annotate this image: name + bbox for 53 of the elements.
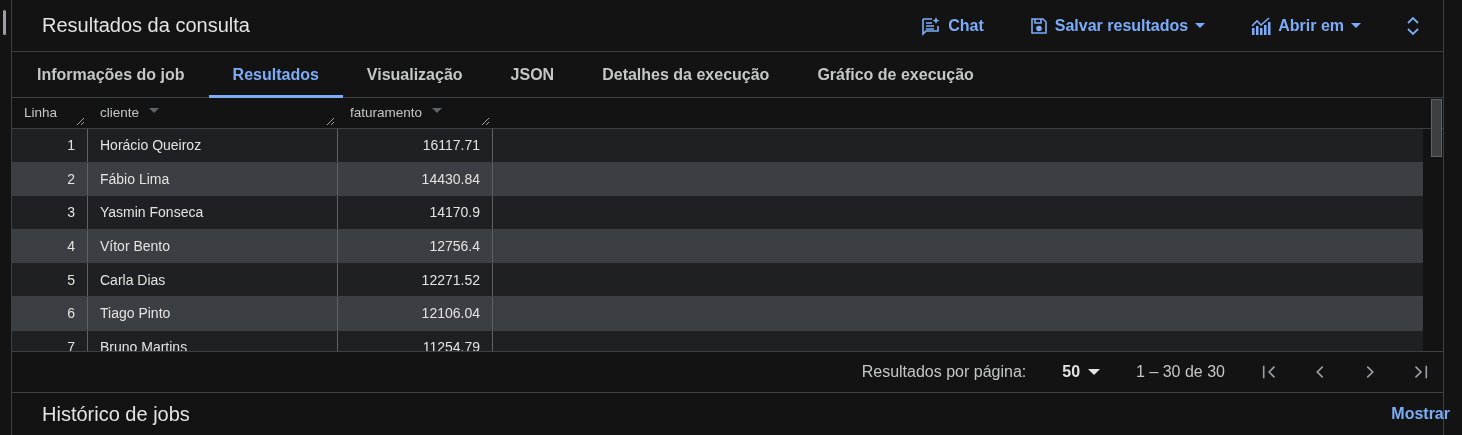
chevrons-icon: [1407, 15, 1419, 36]
table-cell: 16117.71: [338, 129, 493, 162]
expand-collapse-button[interactable]: [1407, 15, 1419, 36]
column-header: faturamento: [350, 104, 423, 120]
action-button[interactable]: Salvar resultados: [1029, 16, 1206, 35]
table-cell: Vítor Bento: [88, 229, 338, 263]
resize-handle-icon[interactable]: [326, 117, 335, 126]
table-cell: Horácio Queiroz: [88, 129, 338, 162]
show-link[interactable]: Mostrar: [1391, 405, 1450, 423]
tab[interactable]: Visualização: [342, 52, 487, 98]
tab[interactable]: Gráfico de execução: [793, 52, 998, 98]
caret-icon: [1088, 369, 1101, 375]
resize-handle-icon[interactable]: [76, 117, 85, 126]
chat-icon: [921, 15, 942, 36]
table-cell: Bruno Martins: [88, 330, 338, 351]
column-header: cliente: [100, 104, 140, 120]
table-cell: Yasmin Fonseca: [88, 196, 338, 229]
section-title: Histórico de jobs: [42, 402, 191, 426]
resize-handle-icon[interactable]: [481, 117, 490, 126]
panel-title: Resultados da consulta: [42, 14, 251, 37]
action-button[interactable]: Chat: [921, 15, 984, 36]
column-header: Linha: [24, 104, 58, 120]
row-number: 2: [12, 162, 88, 196]
row-number: 3: [12, 196, 88, 229]
tab[interactable]: Detalhes da execução: [578, 52, 794, 98]
tab[interactable]: Informações do job: [13, 52, 209, 98]
row-number: 7: [12, 330, 88, 351]
page-size-label: Resultados por página:: [861, 363, 1027, 381]
table-cell: 12271.52: [338, 263, 493, 296]
scrollbar-thumb[interactable]: [1431, 99, 1442, 157]
row-number: 1: [12, 129, 88, 162]
sort-menu-icon[interactable]: [432, 107, 443, 113]
caret-icon: [1195, 23, 1206, 28]
table-cell: Fábio Lima: [88, 162, 338, 196]
table-cell: 14430.84: [338, 162, 493, 196]
row-number: 6: [12, 296, 88, 330]
action-button[interactable]: Abrir em: [1251, 16, 1361, 35]
table-cell: 12756.4: [338, 229, 493, 263]
scrollbar-thumb[interactable]: [3, 10, 6, 35]
page-range: 1 – 30 de 30: [1136, 363, 1225, 381]
table-cell: 14170.9: [338, 196, 493, 229]
caret-icon: [1351, 23, 1361, 28]
row-number: 4: [12, 229, 88, 263]
row-number: 5: [12, 263, 88, 296]
table-cell: Tiago Pinto: [88, 296, 338, 330]
tab[interactable]: JSON: [486, 52, 579, 98]
tab[interactable]: Resultados: [208, 52, 343, 98]
table-cell: Carla Dias: [88, 263, 338, 296]
page-size-dropdown[interactable]: 50: [1062, 363, 1101, 381]
table-cell: 12106.04: [338, 296, 493, 330]
chart-icon: [1251, 16, 1272, 35]
table-cell: 11254.79: [338, 330, 493, 351]
sort-menu-icon[interactable]: [149, 107, 160, 113]
